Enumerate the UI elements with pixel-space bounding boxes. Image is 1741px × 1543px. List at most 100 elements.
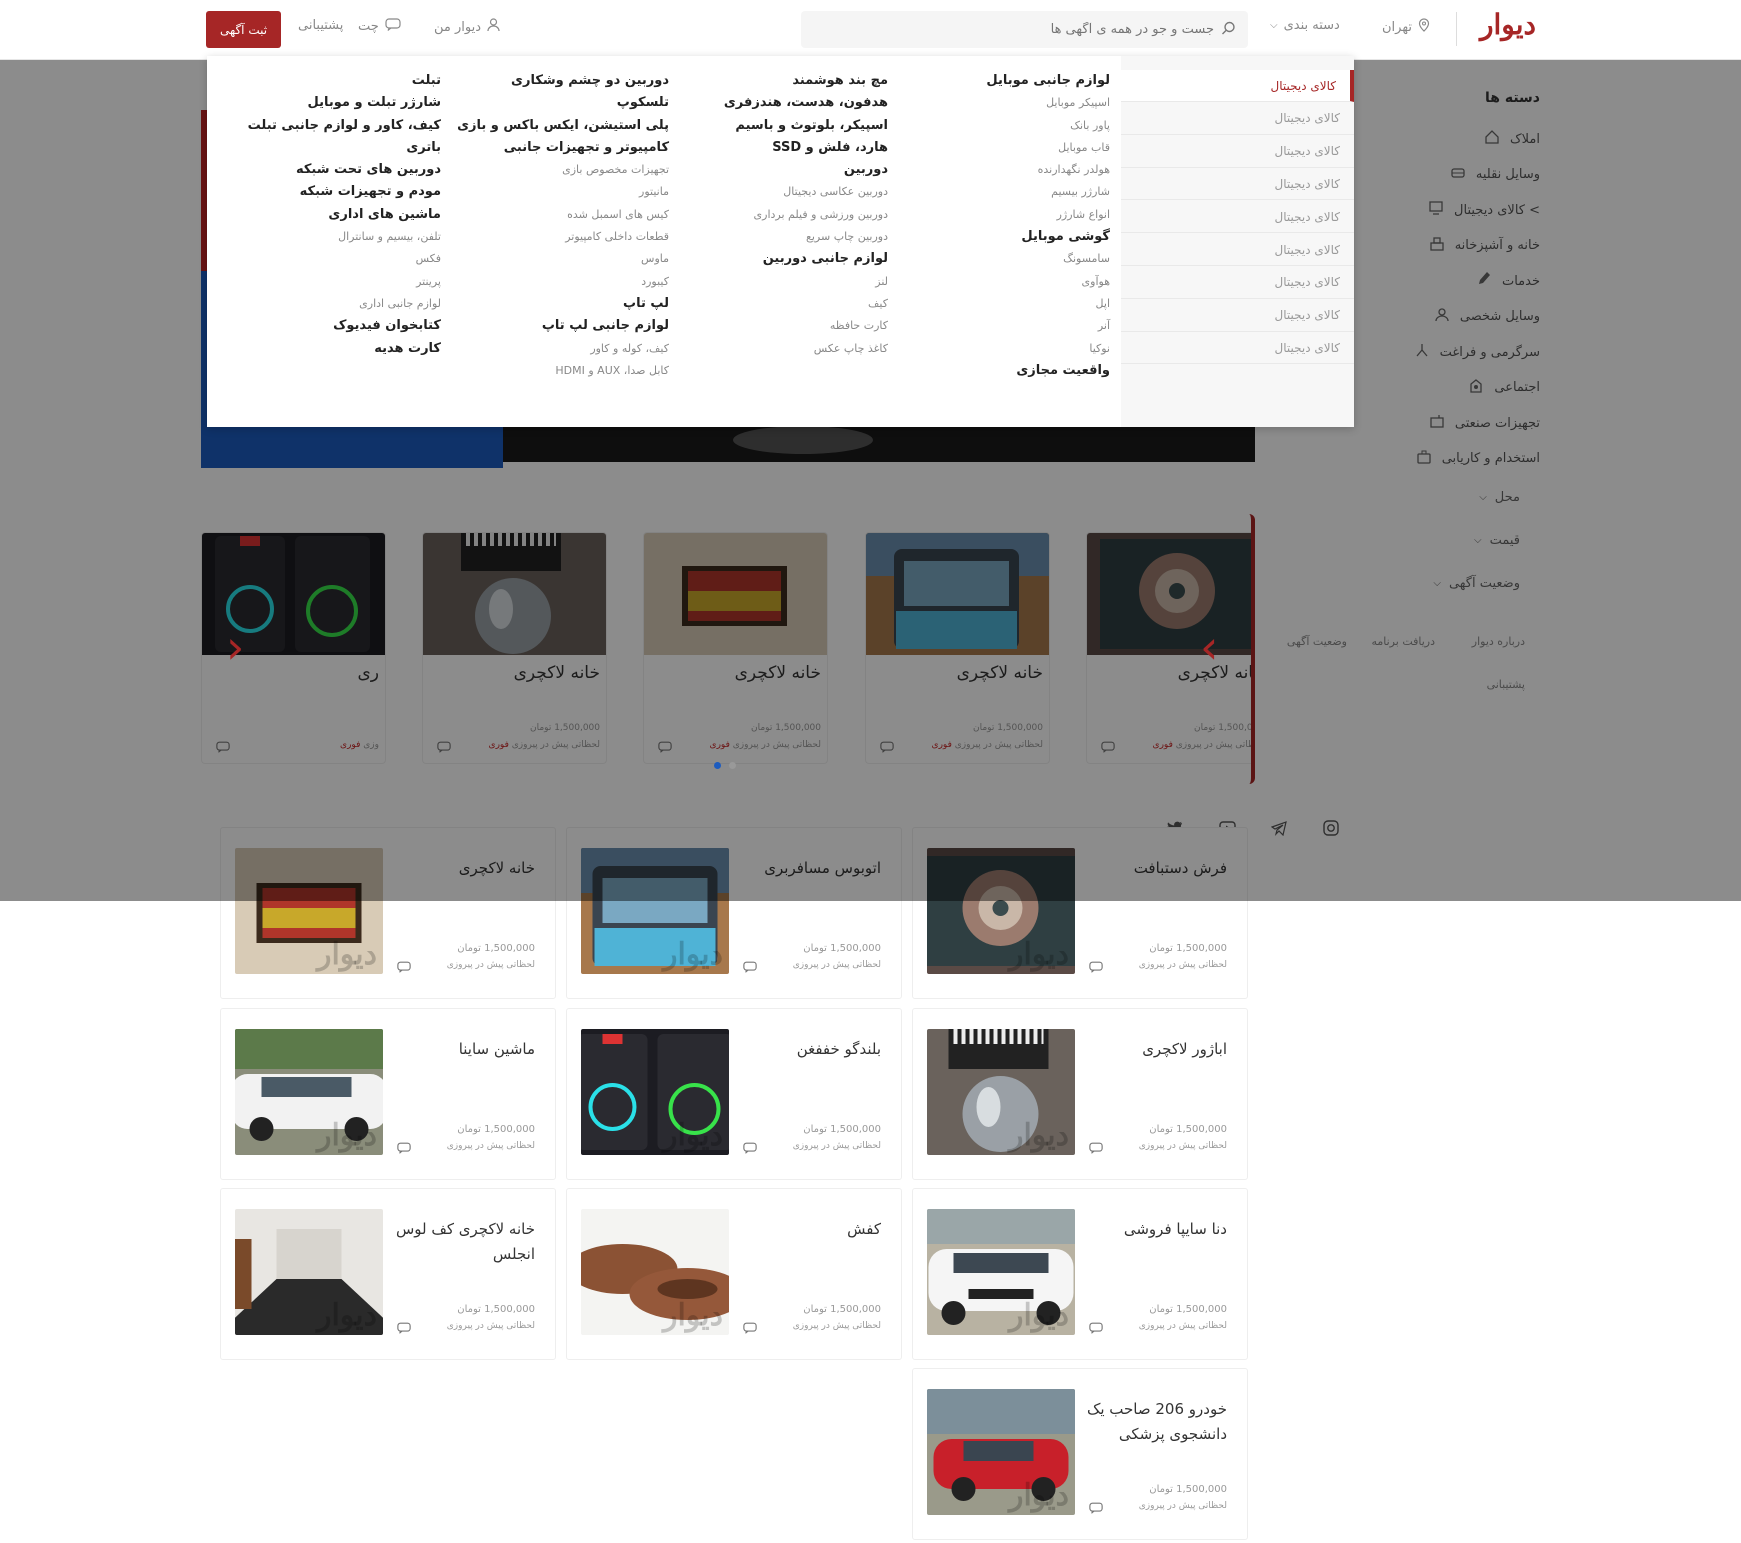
post-ad-button[interactable]: ثبت آگهی (206, 11, 281, 48)
mega-menu-subitem[interactable]: قاب موبایل (986, 137, 1110, 159)
mega-menu-category[interactable]: کالای دیجیتال (1121, 234, 1354, 266)
carousel-next-arrow[interactable]: › (1200, 620, 1218, 674)
carousel-prev-arrow[interactable]: ‹ (226, 620, 244, 674)
mega-menu-category[interactable]: کالای دیجیتال (1121, 332, 1354, 365)
mega-menu-heading[interactable]: لوازم جانبی دوربین (724, 248, 888, 270)
mega-menu-subitem[interactable]: آنر (986, 315, 1110, 337)
mega-menu-subitem[interactable]: اپل (986, 293, 1110, 315)
mega-menu-heading[interactable]: کتابخوان فیدیوک (248, 315, 441, 337)
chat-icon[interactable] (743, 1139, 757, 1158)
mega-menu-subitem[interactable]: کارت حافظه (724, 315, 888, 337)
mega-menu-heading[interactable]: کامپیوتر و تجهیزات جانبی (457, 137, 669, 159)
chat-icon[interactable] (1089, 1319, 1103, 1338)
mega-menu-heading[interactable]: کیف، کاور و لوازم جانبی تبلت (248, 115, 441, 137)
chat-link[interactable]: چت (358, 18, 401, 35)
support-link[interactable]: پشتیبانی (298, 18, 343, 33)
mega-menu-subitem[interactable]: کیس های اسمبل شده (457, 204, 669, 226)
mega-menu-subitem[interactable]: قطعات داخلی کامپیوتر (457, 226, 669, 248)
mega-menu-heading[interactable]: تبلت (248, 70, 441, 92)
mega-menu-heading[interactable]: باتری (248, 137, 441, 159)
mega-menu-subitem[interactable]: دوربین عکاسی دیجیتال (724, 181, 888, 203)
chat-icon[interactable] (397, 1319, 411, 1338)
ad-card[interactable]: دیوار خودرو 206 صاحب یک دانشجوی پزشکی 1,… (912, 1368, 1248, 1540)
ad-card[interactable]: دیوار بلندگو خففغن 1,500,000 تومان لحظات… (566, 1008, 902, 1180)
chat-icon[interactable] (743, 958, 757, 977)
mega-menu-subitem[interactable]: کاغذ چاپ عکس (724, 338, 888, 360)
mega-menu-subitem[interactable]: هولدر نگهدارنده (986, 159, 1110, 181)
mega-menu-heading[interactable]: هارد، فلش و SSD (724, 137, 888, 159)
mega-menu-category[interactable]: کالای دیجیتال (1121, 70, 1354, 102)
mega-menu-heading[interactable]: لپ تاپ (457, 293, 669, 315)
ad-card[interactable]: دیوار ماشین ساینا 1,500,000 تومان لحظاتی… (220, 1008, 556, 1180)
ad-card[interactable]: دیوار کفش 1,500,000 تومان لحظاتی پیش در … (566, 1188, 902, 1360)
mega-menu-heading[interactable]: هدفون، هدست، هندزفری (724, 92, 888, 114)
mega-menu-subitem[interactable]: انواع شارژر (986, 204, 1110, 226)
mega-menu-category[interactable]: کالای دیجیتال (1121, 168, 1354, 201)
mega-menu-subitem[interactable]: سامسونگ (986, 248, 1110, 270)
chat-icon[interactable] (1089, 1499, 1103, 1518)
search-box[interactable] (801, 11, 1248, 48)
ad-card[interactable]: دیوار اباژور لاکچری 1,500,000 تومان لحظا… (912, 1008, 1248, 1180)
divar-watermark: دیوار (316, 1118, 377, 1153)
search-input[interactable] (834, 11, 1214, 48)
mega-menu-heading[interactable]: مودم و تجهیزات شبکه (248, 181, 441, 203)
mega-menu-subitem[interactable]: دوربین چاپ سریع (724, 226, 888, 248)
mega-menu-heading[interactable]: لوازم جانبی لپ تاپ (457, 315, 669, 337)
mega-menu-subitem[interactable]: کیف (724, 293, 888, 315)
mega-menu-subitem[interactable]: دوربین ورزشی و فیلم برداری (724, 204, 888, 226)
ad-meta: لحظاتی پیش در پیروزی (446, 960, 535, 970)
mega-menu-subitem[interactable]: پاور بانک (986, 115, 1110, 137)
mega-menu-heading[interactable]: دوربین دو چشم وشکاری (457, 70, 669, 92)
mega-menu-heading[interactable]: شارژر تبلت و موبایل (248, 92, 441, 114)
mega-menu-heading[interactable]: پلی استیشن، ایکس باکس و بازی (457, 115, 669, 137)
divar-logo[interactable]: دیوار (1480, 8, 1536, 41)
carousel-dot-active[interactable] (714, 762, 721, 769)
mega-menu-subitem[interactable]: لنز (724, 271, 888, 293)
mega-menu-subitem[interactable]: تجهیزات مخصوص بازی (457, 159, 669, 181)
mega-menu-heading[interactable]: واقعیت مجازی (986, 360, 1110, 382)
chat-icon[interactable] (1089, 1139, 1103, 1158)
mega-menu-category[interactable]: کالای دیجیتال (1121, 300, 1354, 332)
mega-menu-subitem[interactable]: فکس (248, 248, 441, 270)
city-selector[interactable]: تهران (1382, 18, 1430, 36)
mega-menu-heading[interactable]: کارت هدیه (248, 338, 441, 360)
ad-card[interactable]: دیوار دنا سایپا فروشی 1,500,000 تومان لح… (912, 1188, 1248, 1360)
mega-menu-subitem[interactable]: ماوس (457, 248, 669, 270)
mega-menu-heading[interactable]: اسپیکر، بلوتوث و باسیم (724, 115, 888, 137)
divar-watermark: دیوار (662, 937, 723, 972)
mega-menu-subitem[interactable]: لوازم جانبی اداری (248, 293, 441, 315)
mega-menu-category[interactable]: کالای دیجیتال (1121, 201, 1354, 234)
ad-title: بلندگو خففغن (796, 1040, 881, 1058)
mega-menu-heading[interactable]: لوازم جانبی موبایل (986, 70, 1110, 92)
mega-menu-heading[interactable]: دوربین های تحت شبکه (248, 159, 441, 181)
mega-menu-heading[interactable]: تلسکوپ (457, 92, 669, 114)
mega-menu-subitem[interactable]: اسپیکر موبایل (986, 92, 1110, 114)
mega-menu-heading[interactable]: گوشی موبایل (986, 226, 1110, 248)
mega-menu-subitem[interactable]: کیبورد (457, 271, 669, 293)
chat-icon[interactable] (397, 1139, 411, 1158)
chat-icon[interactable] (1089, 958, 1103, 977)
ad-price: 1,500,000 تومان (803, 1124, 881, 1135)
mega-menu-subitem[interactable]: تلفن، بیسیم و سانترال (248, 226, 441, 248)
mega-menu-subitem[interactable]: مانیتور (457, 181, 669, 203)
ad-card[interactable]: دیوار خانه لاکچری کف لوس انجلس 1,500,000… (220, 1188, 556, 1360)
mega-menu-category[interactable]: کالای دیجیتال (1121, 136, 1354, 168)
search-icon (1221, 21, 1236, 40)
mega-menu-subitem[interactable]: نوکیا (986, 338, 1110, 360)
mega-menu-heading[interactable]: دوربین (724, 159, 888, 181)
mega-menu-heading[interactable]: ماشین های اداری (248, 204, 441, 226)
mega-menu-subitem[interactable]: کیف، کوله و کاور (457, 338, 669, 360)
mega-menu-subitem[interactable]: شارژر بیسیم (986, 181, 1110, 203)
chat-icon[interactable] (743, 1319, 757, 1338)
mega-menu-subitem[interactable]: پرینتر (248, 271, 441, 293)
chat-icon[interactable] (397, 958, 411, 977)
mega-menu-heading[interactable]: مچ بند هوشمند (724, 70, 888, 92)
mega-menu-category[interactable]: کالای دیجیتال (1121, 103, 1354, 135)
carousel-dot[interactable] (729, 762, 736, 769)
mega-menu-category[interactable]: کالای دیجیتال (1121, 267, 1354, 299)
mega-menu-subitem[interactable]: هوآوی (986, 271, 1110, 293)
ad-price: 1,500,000 تومان (803, 1304, 881, 1315)
my-divar-link[interactable]: دیوار من (434, 18, 500, 36)
mega-menu-subitem[interactable]: کابل صدا، AUX و HDMI (457, 360, 669, 382)
category-dropdown[interactable]: دسته بندی ⌵ (1270, 18, 1340, 33)
